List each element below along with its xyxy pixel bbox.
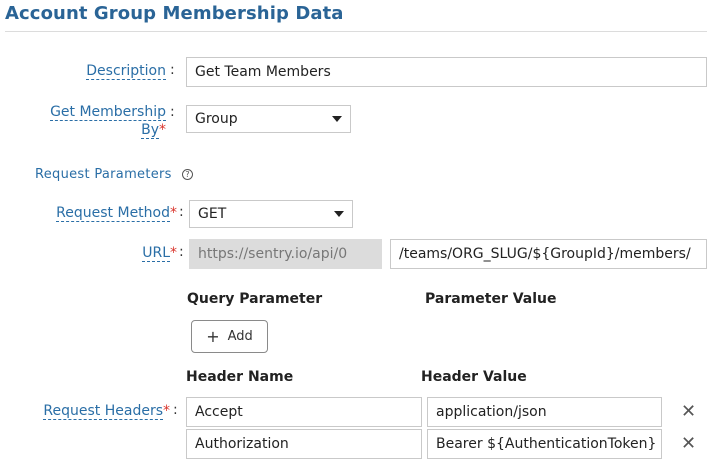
request-method-colon: : [179,204,184,220]
add-query-parameter-button[interactable]: + Add [191,320,268,353]
close-icon[interactable]: ✕ [681,435,696,453]
request-headers-label: Request Headers* [30,402,170,420]
url-path-value: /teams/ORG_SLUG/${GroupId}/members/ [399,246,691,262]
url-path-input[interactable]: /teams/ORG_SLUG/${GroupId}/members/ [390,239,707,269]
description-colon: : [170,62,175,78]
request-parameters-section: Request Parameters ? [35,167,194,182]
query-parameter-header: Query Parameter [187,291,323,307]
header-name-value: Authorization [195,436,289,452]
membership-by-label: Get Membership By* [40,103,166,139]
description-value: Get Team Members [195,64,331,80]
title-divider [5,31,707,32]
request-method-label-text: Request Method [56,205,170,222]
url-label: URL* [100,244,177,262]
header-value-value: application/json [436,404,547,420]
url-label-text: URL [142,245,170,262]
header-value-header: Header Value [421,369,527,385]
page-title: Account Group Membership Data [5,3,344,24]
request-headers-required-mark: * [163,403,170,419]
header-name-value: Accept [195,404,243,420]
request-method-label: Request Method* [30,204,177,222]
description-input[interactable]: Get Team Members [186,57,707,87]
chevron-down-icon [334,211,344,217]
request-headers-label-text: Request Headers [43,403,163,420]
url-base-input: https://sentry.io/api/0 [189,239,382,269]
parameter-value-header: Parameter Value [425,291,557,307]
description-label: Description [60,62,166,80]
membership-by-select[interactable]: Group [186,105,351,133]
plus-icon: + [206,327,220,346]
membership-by-required-mark: * [159,122,166,138]
header-name-input[interactable]: Authorization [186,429,422,459]
request-parameters-label: Request Parameters [35,167,172,182]
header-name-input[interactable]: Accept [186,397,422,427]
url-required-mark: * [170,245,177,261]
membership-by-colon: : [170,104,175,120]
membership-by-label-line2: By [141,122,159,139]
description-label-text: Description [86,63,166,80]
request-headers-colon: : [173,402,178,418]
request-method-selected: GET [198,206,227,222]
url-colon: : [179,244,184,260]
add-button-label: Add [227,329,253,344]
chevron-down-icon [332,116,342,122]
header-value-input[interactable]: application/json [427,397,662,427]
close-icon[interactable]: ✕ [681,403,696,421]
membership-by-label-line1: Get Membership [50,104,166,121]
header-value-value: Bearer ${AuthenticationToken} [436,436,657,452]
request-method-select[interactable]: GET [189,200,353,228]
membership-by-selected: Group [195,111,238,127]
request-method-required-mark: * [170,205,177,221]
header-name-header: Header Name [186,369,294,385]
help-icon[interactable]: ? [182,169,194,180]
header-value-input[interactable]: Bearer ${AuthenticationToken} [427,429,662,459]
url-base-value: https://sentry.io/api/0 [198,246,348,262]
